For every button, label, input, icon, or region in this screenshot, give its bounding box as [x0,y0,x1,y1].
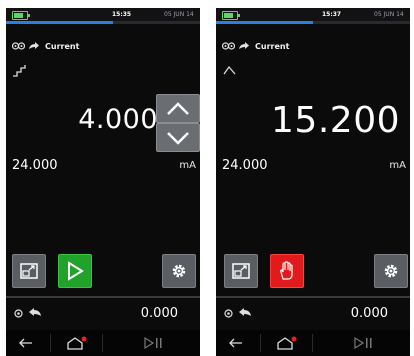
nav-bar [6,330,200,356]
source-icon [239,308,251,316]
mode-row: Current [222,40,289,52]
scale-button[interactable] [224,254,258,288]
run-pause-button[interactable] [106,330,200,356]
output-arrow-icon [29,41,39,49]
back-button[interactable] [216,330,256,356]
channel-icon [224,308,233,318]
progress-bar [6,21,200,24]
status-bar: 15:35 05 JUN 14 [6,8,200,24]
ramp-wave-icon[interactable] [222,64,238,78]
mode-row: Current [12,40,79,52]
play-pause-icon [144,337,162,349]
status-date: 05 JUN 14 [374,11,404,18]
hand-icon [280,261,293,280]
settings-button[interactable] [374,254,408,288]
back-button[interactable] [6,330,46,356]
secondary-value: 0.000 [140,306,178,321]
home-icon [277,336,297,350]
measured-value: 24.000 [12,158,58,173]
settings-button[interactable] [162,254,196,288]
progress-bar [216,21,410,24]
divider [216,296,410,298]
chevron-down-icon [167,131,189,145]
home-button[interactable] [264,330,308,356]
stage: 15:35 05 JUN 14 Current 4.000 24.000 mA … [0,0,414,356]
back-arrow-icon [19,338,32,348]
battery-icon [222,11,240,20]
gear-icon [172,264,186,278]
calibrator-screen-left: 15:35 05 JUN 14 Current 4.000 24.000 mA … [6,8,200,356]
status-date: 05 JUN 14 [164,11,194,18]
mode-label: Current [45,41,80,51]
battery-icon [12,11,30,20]
loop-icon [222,42,235,50]
stop-button[interactable] [270,254,304,288]
scale-icon [20,263,38,279]
chevron-up-icon [167,101,189,115]
scale-icon [232,263,250,279]
unit-label: mA [389,160,406,171]
secondary-row: 0.000 [6,304,200,324]
measurement-row: 24.000 mA [222,158,406,174]
home-button[interactable] [54,330,98,356]
status-bar: 15:37 05 JUN 14 [216,8,410,24]
unit-label: mA [179,160,196,171]
loop-icon [12,42,25,50]
source-icon [29,308,41,316]
step-wave-icon[interactable] [12,64,28,78]
gear-icon [384,264,398,278]
run-pause-button[interactable] [316,330,410,356]
progress-fill [216,21,313,24]
output-value: 15.200 [271,100,400,141]
output-value[interactable]: 4.000 [78,104,158,135]
play-button[interactable] [58,254,92,288]
mode-label: Current [255,41,290,51]
decrement-button[interactable] [156,123,200,152]
calibrator-screen-right: 15:37 05 JUN 14 Current 15.200 24.000 mA… [216,8,410,356]
status-time: 15:37 [322,11,342,18]
measurement-row: 24.000 mA [12,158,196,174]
home-icon [67,336,87,350]
progress-fill [6,21,113,24]
increment-button[interactable] [156,94,200,123]
output-arrow-icon [239,41,249,49]
secondary-value: 0.000 [350,306,388,321]
status-time: 15:35 [112,11,132,18]
secondary-row: 0.000 [216,304,410,324]
scale-button[interactable] [12,254,46,288]
nav-bar [216,330,410,356]
back-arrow-icon [229,338,242,348]
play-icon [68,261,84,281]
divider [6,296,200,298]
play-pause-icon [354,337,372,349]
channel-icon [14,308,23,318]
measured-value: 24.000 [222,158,268,173]
